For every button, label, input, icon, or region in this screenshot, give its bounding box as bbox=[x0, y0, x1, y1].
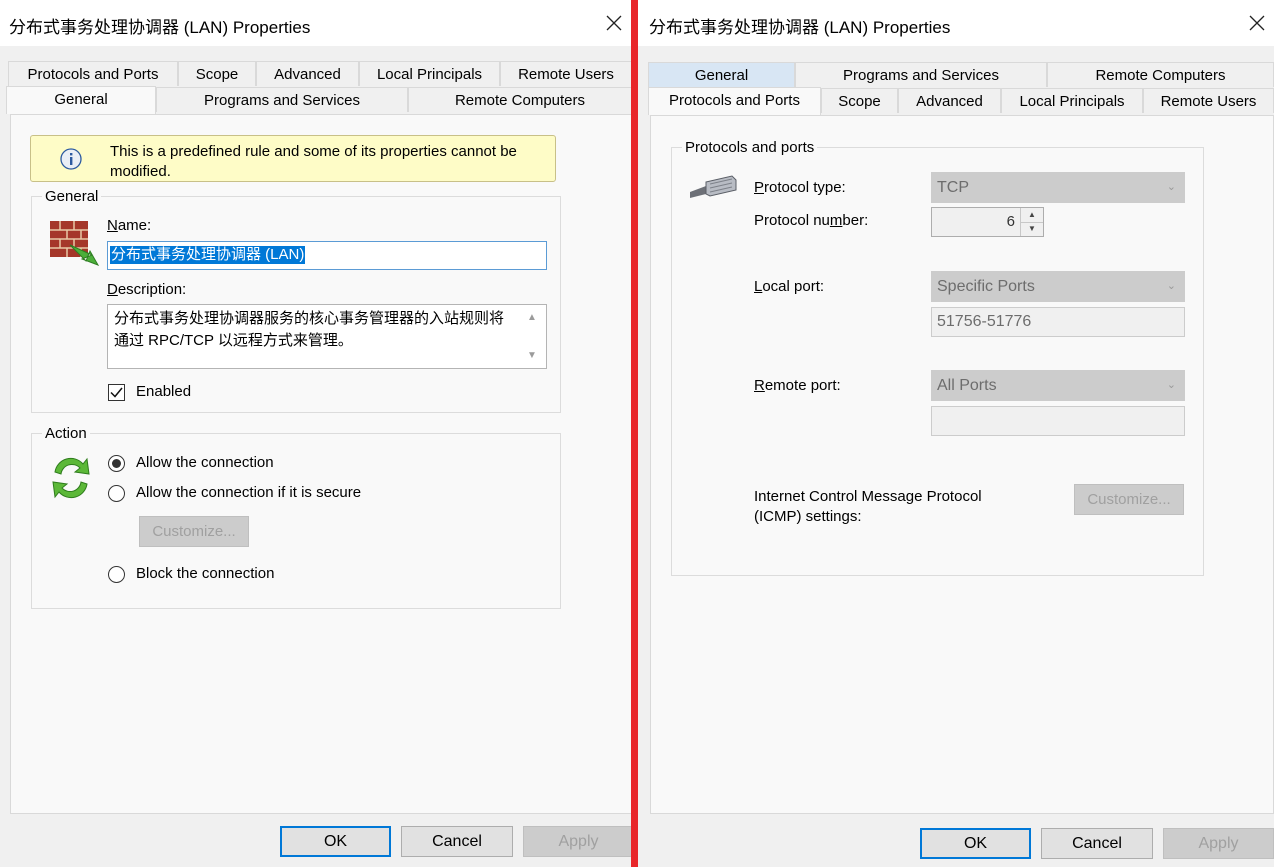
allow-connection-label: Allow the connection bbox=[136, 454, 274, 471]
tab-protocols-and-ports[interactable]: Protocols and Ports bbox=[648, 87, 821, 115]
tab-programs-and-services[interactable]: Programs and Services bbox=[795, 62, 1047, 87]
spin-down-icon[interactable]: ▼ bbox=[1021, 222, 1043, 236]
local-port-field[interactable]: 51756-51776 bbox=[931, 307, 1185, 337]
description-field-value: 分布式事务处理协调器服务的核心事务管理器的入站规则将通过 RPC/TCP 以远程… bbox=[114, 310, 505, 349]
remote-port-label: Remote port: bbox=[754, 377, 841, 394]
screenshot-divider bbox=[631, 0, 638, 867]
tab-general[interactable]: General bbox=[6, 86, 156, 114]
tab-protocols-and-ports[interactable]: Protocols and Ports bbox=[8, 61, 178, 86]
enabled-label: Enabled bbox=[136, 383, 192, 400]
general-tab-panel: This is a predefined rule and some of it… bbox=[10, 114, 631, 814]
protocol-type-value: TCP bbox=[937, 179, 969, 196]
checkmark-icon bbox=[110, 387, 123, 398]
tab-advanced[interactable]: Advanced bbox=[898, 88, 1001, 113]
description-label: Description: bbox=[107, 281, 187, 298]
protocol-type-label: Protocol type: bbox=[754, 179, 846, 196]
right-properties-dialog: 分布式事务处理协调器 (LAN) Properties General Prog… bbox=[638, 0, 1274, 867]
tab-advanced[interactable]: Advanced bbox=[256, 61, 359, 86]
remote-port-field[interactable] bbox=[931, 406, 1185, 436]
radio-allow-connection[interactable] bbox=[108, 455, 125, 472]
protocols-and-ports-groupbox: Protocols and ports Protocol type: TCP ⌄… bbox=[671, 139, 1204, 576]
tab-row-bottom: Protocols and Ports Scope Advanced Local… bbox=[648, 87, 1274, 115]
action-group-label: Action bbox=[42, 425, 90, 443]
local-port-label: Local port: bbox=[754, 278, 825, 295]
protocol-number-spinner[interactable]: 6 ▲ ▼ bbox=[931, 207, 1044, 237]
icmp-customize-button[interactable]: Customize... bbox=[1074, 484, 1184, 515]
chevron-down-icon: ⌄ bbox=[1166, 379, 1176, 391]
name-field[interactable]: 分布式事务处理协调器 (LAN) bbox=[107, 241, 547, 270]
tab-remote-users[interactable]: Remote Users bbox=[1143, 88, 1274, 113]
close-button[interactable] bbox=[1242, 8, 1272, 38]
remote-port-dropdown[interactable]: All Ports ⌄ bbox=[931, 370, 1185, 401]
tab-remote-computers[interactable]: Remote Computers bbox=[1047, 62, 1274, 87]
protocol-number-value: 6 bbox=[1006, 213, 1015, 230]
radio-block-connection[interactable] bbox=[108, 566, 125, 583]
general-group-label: General bbox=[42, 188, 102, 206]
tab-remote-users[interactable]: Remote Users bbox=[500, 61, 631, 86]
ok-button[interactable]: OK bbox=[920, 828, 1031, 859]
cancel-button[interactable]: Cancel bbox=[401, 826, 513, 857]
firewall-icon bbox=[50, 221, 100, 266]
block-connection-label: Block the connection bbox=[136, 565, 275, 582]
scroll-down-arrow-icon: ▼ bbox=[527, 350, 537, 361]
action-arrows-icon bbox=[52, 457, 90, 499]
tab-programs-and-services[interactable]: Programs and Services bbox=[156, 87, 408, 112]
customize-security-button[interactable]: Customize... bbox=[139, 516, 249, 547]
title-bar: 分布式事务处理协调器 (LAN) Properties bbox=[0, 0, 631, 46]
description-scrollbar[interactable]: ▲ ▼ bbox=[521, 306, 545, 367]
tab-row-bottom: General Programs and Services Remote Com… bbox=[6, 86, 631, 114]
local-port-mode: Specific Ports bbox=[937, 278, 1035, 295]
notice-text: This is a predefined rule and some of it… bbox=[110, 143, 517, 180]
close-button[interactable] bbox=[599, 8, 629, 38]
apply-button[interactable]: Apply bbox=[523, 826, 631, 857]
cancel-button[interactable]: Cancel bbox=[1041, 828, 1153, 859]
icmp-label-line2: (ICMP) settings: bbox=[754, 508, 862, 525]
apply-button[interactable]: Apply bbox=[1163, 828, 1274, 859]
tab-row-top: Protocols and Ports Scope Advanced Local… bbox=[8, 61, 631, 87]
remote-port-mode: All Ports bbox=[937, 377, 997, 394]
enabled-checkbox[interactable] bbox=[108, 384, 125, 401]
window-title: 分布式事务处理协调器 (LAN) Properties bbox=[9, 18, 311, 37]
general-groupbox: General Name: 分布式事务处理协调器 (LAN) Descripti… bbox=[31, 188, 561, 413]
radio-allow-if-secure[interactable] bbox=[108, 485, 125, 502]
allow-if-secure-label: Allow the connection if it is secure bbox=[136, 484, 362, 501]
tab-remote-computers[interactable]: Remote Computers bbox=[408, 87, 631, 112]
close-icon bbox=[606, 15, 622, 31]
name-field-value: 分布式事务处理协调器 (LAN) bbox=[110, 246, 306, 264]
tab-local-principals[interactable]: Local Principals bbox=[359, 61, 500, 86]
local-port-value: 51756-51776 bbox=[937, 313, 1032, 330]
local-port-dropdown[interactable]: Specific Ports ⌄ bbox=[931, 271, 1185, 302]
protocol-type-dropdown[interactable]: TCP ⌄ bbox=[931, 172, 1185, 203]
chevron-down-icon: ⌄ bbox=[1166, 280, 1176, 292]
tab-general[interactable]: General bbox=[648, 62, 795, 87]
protocols-group-label: Protocols and ports bbox=[682, 139, 818, 157]
info-icon bbox=[60, 148, 82, 170]
spinner-buttons: ▲ ▼ bbox=[1020, 208, 1043, 236]
spin-up-icon[interactable]: ▲ bbox=[1021, 208, 1043, 223]
close-icon bbox=[1249, 15, 1265, 31]
tab-scope[interactable]: Scope bbox=[821, 88, 898, 113]
predefined-rule-notice: This is a predefined rule and some of it… bbox=[30, 135, 556, 182]
scroll-up-arrow-icon: ▲ bbox=[527, 312, 537, 323]
action-groupbox: Action Allow the connection Allow the co… bbox=[31, 425, 561, 609]
network-cable-icon bbox=[690, 175, 737, 198]
chevron-down-icon: ⌄ bbox=[1166, 181, 1176, 193]
description-field[interactable]: 分布式事务处理协调器服务的核心事务管理器的入站规则将通过 RPC/TCP 以远程… bbox=[107, 304, 547, 369]
radio-selected-dot bbox=[112, 459, 121, 468]
name-label: Name: bbox=[107, 217, 152, 234]
ok-button[interactable]: OK bbox=[280, 826, 391, 857]
tab-local-principals[interactable]: Local Principals bbox=[1001, 88, 1143, 113]
protocol-number-label: Protocol number: bbox=[754, 212, 869, 229]
tab-row-top: General Programs and Services Remote Com… bbox=[648, 62, 1274, 88]
title-bar: 分布式事务处理协调器 (LAN) Properties bbox=[638, 0, 1274, 46]
window-title: 分布式事务处理协调器 (LAN) Properties bbox=[649, 18, 951, 37]
protocols-tab-panel: Protocols and ports Protocol type: TCP ⌄… bbox=[650, 115, 1274, 814]
tab-scope[interactable]: Scope bbox=[178, 61, 256, 86]
left-properties-dialog: 分布式事务处理协调器 (LAN) Properties Protocols an… bbox=[0, 0, 631, 867]
icmp-label-line1: Internet Control Message Protocol bbox=[754, 488, 982, 505]
